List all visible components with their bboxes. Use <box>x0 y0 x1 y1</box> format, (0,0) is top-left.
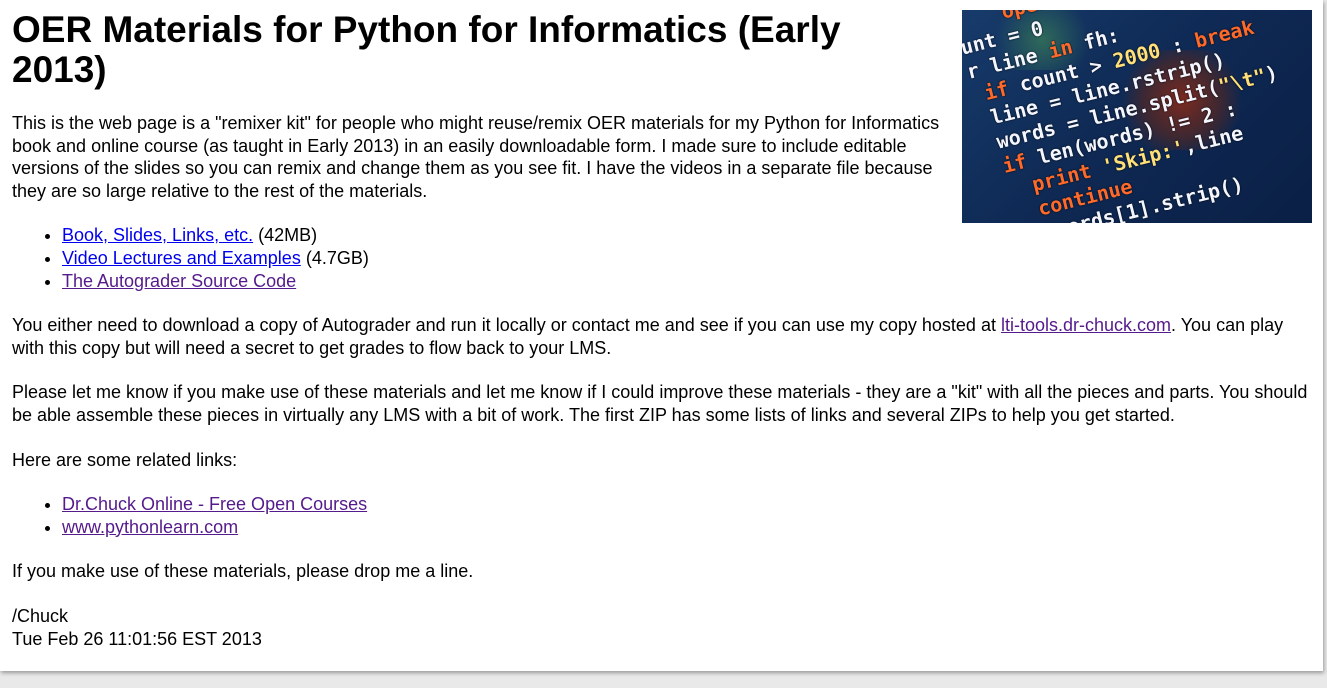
pythonlearn-link[interactable]: www.pythonlearn.com <box>62 517 238 537</box>
list-item: Dr.Chuck Online - Free Open Courses <box>62 493 1312 516</box>
timestamp: Tue Feb 26 11:01:56 EST 2013 <box>12 628 262 649</box>
autograder-source-link[interactable]: The Autograder Source Code <box>62 271 296 291</box>
dr-chuck-online-link[interactable]: Dr.Chuck Online - Free Open Courses <box>62 494 367 514</box>
downloads-list: Book, Slides, Links, etc. (42MB) Video L… <box>12 224 1312 292</box>
related-links-list: Dr.Chuck Online - Free Open Courses www.… <box>12 493 1312 538</box>
code-art: open("school.dat unt = 0 r line in fh: i… <box>962 10 1281 223</box>
page-content: open("school.dat unt = 0 r line in fh: i… <box>12 10 1312 650</box>
python-code-banner-image: open("school.dat unt = 0 r line in fh: i… <box>962 10 1312 223</box>
download-size: (4.7GB) <box>305 247 369 268</box>
autograder-paragraph: You either need to download a copy of Au… <box>12 314 1312 359</box>
feedback-paragraph: Please let me know if you make use of th… <box>12 382 1308 425</box>
related-heading: Here are some related links: <box>12 449 238 470</box>
page-title: OER Materials for Python for Informatics… <box>12 9 841 90</box>
list-item: The Autograder Source Code <box>62 270 1312 293</box>
browser-page: open("school.dat unt = 0 r line in fh: i… <box>0 0 1323 671</box>
video-lectures-download-link[interactable]: Video Lectures and Examples <box>62 248 301 268</box>
book-slides-links-download-link[interactable]: Book, Slides, Links, etc. <box>62 225 253 245</box>
autograder-text-before: You either need to download a copy of Au… <box>12 315 1001 336</box>
signature: /Chuck <box>12 605 69 626</box>
closing-paragraph: If you make use of these materials, plea… <box>12 561 474 582</box>
list-item: Video Lectures and Examples (4.7GB) <box>62 247 1312 270</box>
list-item: Book, Slides, Links, etc. (42MB) <box>62 224 1312 247</box>
lti-tools-link[interactable]: lti-tools.dr-chuck.com <box>1001 315 1171 335</box>
list-item: www.pythonlearn.com <box>62 516 1312 539</box>
download-size: (42MB) <box>258 225 318 246</box>
